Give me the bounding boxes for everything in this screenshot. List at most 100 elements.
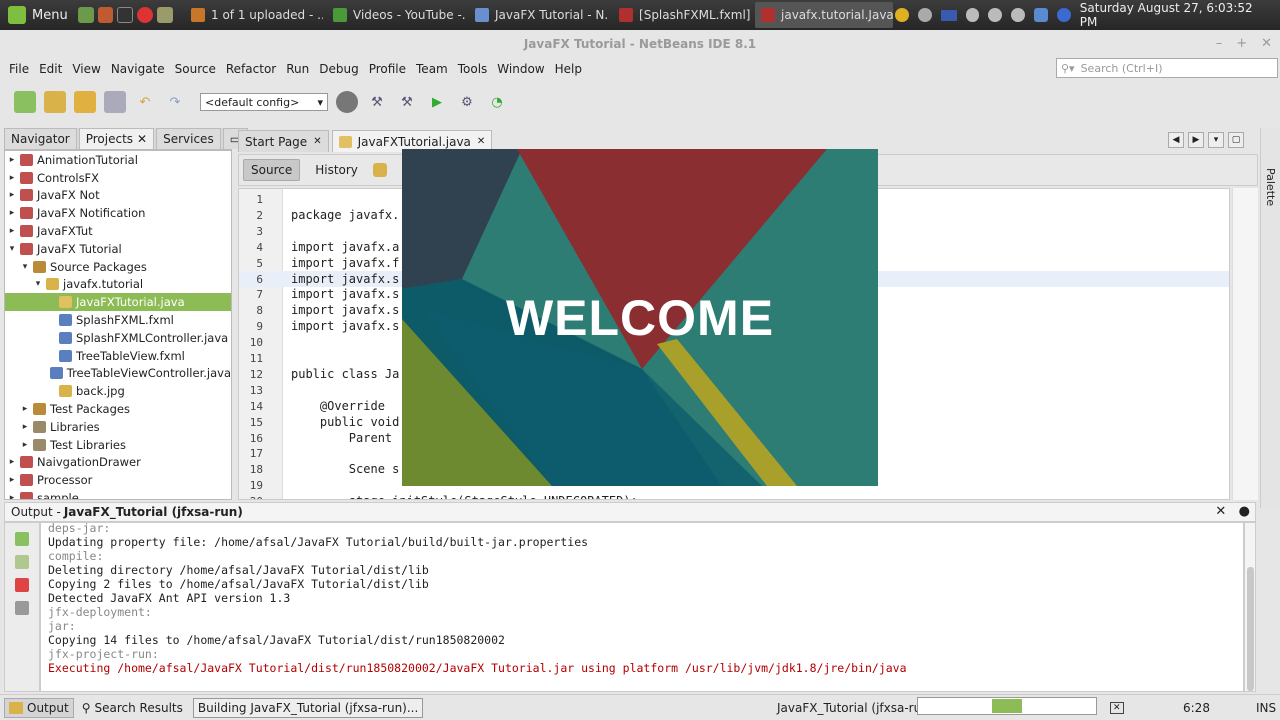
tree-item[interactable]: SplashFXML.fxml: [5, 311, 231, 329]
taskbar-window-2[interactable]: Videos - YouTube -...: [327, 2, 465, 28]
tab-services[interactable]: Services: [156, 128, 221, 149]
expand-toggle-icon[interactable]: ▸: [7, 475, 17, 485]
menu-tools[interactable]: Tools: [453, 62, 493, 76]
menu-edit[interactable]: Edit: [34, 62, 67, 76]
start-menu-button[interactable]: Menu: [0, 0, 76, 30]
expand-toggle-icon[interactable]: ▾: [20, 262, 30, 272]
profile-icon[interactable]: ◔: [486, 91, 508, 113]
open-project-icon[interactable]: [74, 91, 96, 113]
taskbar-window-3[interactable]: JavaFX Tutorial - N...: [469, 2, 609, 28]
build-icon[interactable]: ⚒: [366, 91, 388, 113]
expand-toggle-icon[interactable]: ▸: [20, 440, 30, 450]
tree-item[interactable]: ▸ Libraries: [5, 418, 231, 436]
tree-item[interactable]: ▸ sample: [5, 489, 231, 499]
show-desktop-icon[interactable]: [77, 7, 94, 23]
close-icon[interactable]: ✕: [477, 136, 485, 147]
us-flag-icon[interactable]: [940, 9, 957, 21]
menu-file[interactable]: File: [4, 62, 34, 76]
menu-navigate[interactable]: Navigate: [106, 62, 170, 76]
expand-toggle-icon[interactable]: ▸: [20, 404, 30, 414]
new-file-icon[interactable]: [14, 91, 36, 113]
tree-item[interactable]: ▾ javafx.tutorial: [5, 276, 231, 294]
menu-help[interactable]: Help: [550, 62, 587, 76]
taskbar-window-5[interactable]: javafx.tutorial.Java...: [755, 2, 894, 28]
clean-build-icon[interactable]: ⚒: [396, 91, 418, 113]
expand-toggle-icon[interactable]: ▸: [7, 173, 17, 183]
minimize-dot-icon[interactable]: ●: [1239, 504, 1250, 519]
expand-toggle-icon[interactable]: ▸: [7, 208, 17, 218]
history-button[interactable]: History: [308, 160, 365, 180]
menu-debug[interactable]: Debug: [314, 62, 363, 76]
new-project-icon[interactable]: [44, 91, 66, 113]
browser-icon[interactable]: [336, 91, 358, 113]
close-icon[interactable]: ✕: [1261, 30, 1272, 58]
tree-item[interactable]: ▸ AnimationTutorial: [5, 151, 231, 169]
search-input[interactable]: ⚲▾ Search (Ctrl+I): [1056, 58, 1278, 78]
expand-toggle-icon[interactable]: ▸: [7, 155, 17, 165]
tab-navigator[interactable]: Navigator: [4, 128, 77, 149]
menu-window[interactable]: Window: [492, 62, 549, 76]
scroll-right-icon[interactable]: ▶: [1188, 132, 1204, 148]
expand-toggle-icon[interactable]: ▾: [33, 279, 43, 289]
output-scrollbar[interactable]: [1244, 522, 1256, 692]
stop-icon[interactable]: [15, 578, 29, 592]
tree-item[interactable]: back.jpg: [5, 382, 231, 400]
undo-icon[interactable]: ↶: [134, 91, 156, 113]
config-select[interactable]: <default config> ▾: [200, 93, 328, 111]
minimize-icon[interactable]: –: [1216, 30, 1223, 58]
tree-item[interactable]: ▸ Processor: [5, 471, 231, 489]
expand-toggle-icon[interactable]: ▸: [7, 457, 17, 467]
tree-item[interactable]: TreeTableView.fxml: [5, 347, 231, 365]
scroll-left-icon[interactable]: ◀: [1168, 132, 1184, 148]
terminal-icon[interactable]: [117, 7, 134, 23]
tree-item[interactable]: SplashFXMLController.java: [5, 329, 231, 347]
menu-run[interactable]: Run: [281, 62, 314, 76]
volume-icon[interactable]: [988, 8, 1003, 22]
tree-item[interactable]: ▾ Source Packages: [5, 258, 231, 276]
run-icon[interactable]: ▶: [426, 91, 448, 113]
expand-toggle-icon[interactable]: ▸: [20, 422, 30, 432]
chrome-icon[interactable]: [137, 7, 154, 23]
tree-item[interactable]: ▸ NaivgationDrawer: [5, 454, 231, 472]
close-icon[interactable]: ✕: [313, 136, 321, 147]
tree-item[interactable]: ▸ JavaFX Notification: [5, 204, 231, 222]
save-all-icon[interactable]: [104, 91, 126, 113]
wifi-icon[interactable]: [965, 8, 980, 22]
tab-list-icon[interactable]: ▾: [1208, 132, 1224, 148]
tree-item[interactable]: JavaFXTutorial.java: [5, 293, 231, 312]
output-console[interactable]: deps-jar: Updating property file: /home/a…: [40, 522, 1244, 692]
expand-toggle-icon[interactable]: ▾: [7, 244, 17, 254]
tree-item[interactable]: ▸ Test Libraries: [5, 436, 231, 454]
shield-icon[interactable]: [1034, 8, 1048, 22]
tree-item[interactable]: ▸ Test Packages: [5, 400, 231, 418]
building-task[interactable]: Building JavaFX_Tutorial (jfxsa-run)...: [192, 697, 424, 718]
tree-item[interactable]: ▾ JavaFX Tutorial: [5, 240, 231, 258]
taskbar-window-1[interactable]: 1 of 1 uploaded - ...: [185, 2, 323, 28]
last-edit-icon[interactable]: [372, 163, 387, 177]
files-icon[interactable]: [157, 7, 174, 23]
maximize-editor-icon[interactable]: ▢: [1228, 132, 1244, 148]
menu-profile[interactable]: Profile: [364, 62, 411, 76]
rerun-params-icon[interactable]: [15, 555, 29, 569]
tab-projects[interactable]: Projects ✕: [78, 128, 155, 149]
menu-source[interactable]: Source: [170, 62, 221, 76]
tree-item[interactable]: TreeTableViewController.java: [5, 365, 231, 383]
menu-team[interactable]: Team: [411, 62, 453, 76]
close-icon[interactable]: ✕: [137, 132, 147, 146]
expand-toggle-icon[interactable]: ▸: [7, 493, 17, 499]
debug-icon[interactable]: ⚙: [456, 91, 478, 113]
colors-icon[interactable]: [895, 8, 909, 22]
source-button[interactable]: Source: [243, 159, 301, 181]
close-icon[interactable]: ✕: [1215, 504, 1226, 519]
cancel-task-icon[interactable]: ✕: [1110, 701, 1124, 714]
taskbar-window-4[interactable]: [SplashFXML.fxml]: [613, 2, 751, 28]
search-results-tab[interactable]: ⚲ Search Results: [78, 699, 187, 717]
rerun-icon[interactable]: [15, 532, 29, 546]
tree-item[interactable]: ▸ JavaFXTut: [5, 222, 231, 240]
settings-icon[interactable]: [15, 601, 29, 615]
scrollbar-thumb[interactable]: [1247, 567, 1254, 691]
menu-view[interactable]: View: [67, 62, 105, 76]
output-tab[interactable]: Output: [4, 697, 74, 718]
bluetooth-icon[interactable]: [1056, 8, 1071, 22]
tree-item[interactable]: ▸ JavaFX Not: [5, 187, 231, 205]
